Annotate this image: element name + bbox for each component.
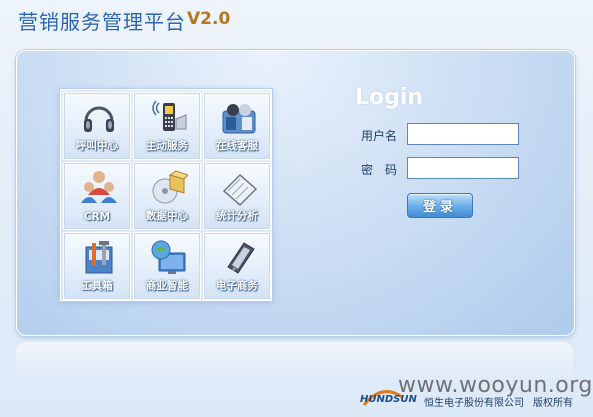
tile-statistics[interactable]: 统计分析	[203, 162, 271, 230]
tile-ecommerce[interactable]: 电子商务	[203, 232, 271, 300]
tile-active-service[interactable]: 主动服务	[133, 92, 201, 160]
tile-call-center[interactable]: 呼叫中心	[63, 92, 131, 160]
pda-icon	[227, 242, 255, 274]
login-heading: Login	[355, 85, 424, 110]
tile-label: 主动服务	[146, 140, 188, 152]
tile-label: 数据中心	[146, 210, 188, 222]
toolbox-icon	[85, 241, 113, 274]
tile-label: 工具箱	[81, 280, 113, 292]
module-grid: 呼叫中心 主动服务 在线客服 CRM 数据中心 统计分析 工具箱 商业智能 电子…	[60, 89, 272, 301]
app-version: V2.0	[187, 9, 231, 29]
mobile-phone-icon	[152, 100, 187, 131]
data-disc-box-icon	[152, 170, 188, 204]
tile-label: 呼叫中心	[76, 140, 118, 152]
tile-crm[interactable]: CRM	[63, 162, 131, 230]
app-title: 营销服务管理平台	[18, 10, 186, 34]
headset-icon	[84, 106, 114, 132]
tile-label: 电子商务	[216, 280, 258, 292]
username-input[interactable]	[407, 123, 519, 145]
watermark: www.wooyun.org	[398, 373, 593, 398]
tile-label: 商业智能	[146, 280, 188, 292]
login-button[interactable]: 登录	[407, 193, 473, 218]
tile-business-intelligence[interactable]: 商业智能	[133, 232, 201, 300]
username-label: 用户名	[361, 129, 398, 143]
password-input[interactable]	[407, 157, 519, 179]
tile-online-service[interactable]: 在线客服	[203, 92, 271, 160]
users-icon	[81, 171, 117, 203]
main-panel: 呼叫中心 主动服务 在线客服 CRM 数据中心 统计分析 工具箱 商业智能 电子…	[16, 50, 575, 336]
tile-label: 统计分析	[216, 210, 258, 222]
tile-label: 在线客服	[216, 140, 258, 152]
tile-label: CRM	[83, 211, 111, 223]
globe-monitor-icon	[151, 240, 186, 274]
password-label: 密 码	[361, 163, 398, 177]
notebook-icon	[222, 173, 258, 207]
online-service-icon	[222, 104, 256, 134]
tile-toolbox[interactable]: 工具箱	[63, 232, 131, 300]
tile-data-center[interactable]: 数据中心	[133, 162, 201, 230]
